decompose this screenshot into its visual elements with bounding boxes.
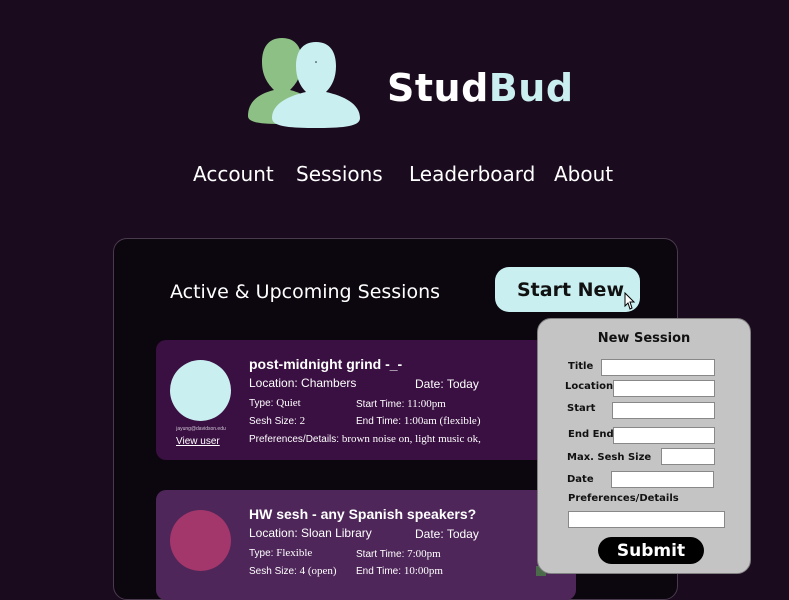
two-users-icon — [248, 38, 360, 128]
date-input[interactable] — [611, 471, 714, 488]
cursor-pointer-icon — [624, 292, 636, 310]
session-size: Sesh Size: 2 — [249, 415, 305, 427]
session-card[interactable]: jayung@davidson.edu View user post-midni… — [156, 340, 576, 460]
session-prefs: Preferences/Details: brown noise on, lig… — [249, 433, 481, 445]
start-new-button[interactable]: Start New — [495, 267, 640, 312]
prefs-value: brown noise on, light music ok, — [341, 433, 481, 445]
session-start: Start Time: 11:00pm — [356, 398, 446, 410]
end-input[interactable] — [613, 427, 715, 444]
date-value: Today — [446, 527, 479, 541]
session-size: Sesh Size: 4 (open) — [249, 565, 337, 577]
start-label: Start Time: — [356, 549, 408, 560]
avatar[interactable] — [170, 510, 231, 571]
size-value: 4 (open) — [299, 565, 337, 577]
max-size-label: Max. Sesh Size — [567, 452, 652, 463]
submit-button[interactable]: Submit — [598, 537, 704, 564]
end-label: End Time: — [356, 566, 404, 577]
size-value: 2 — [299, 415, 306, 427]
session-type: Type: Quiet — [249, 397, 301, 409]
session-title: post-midnight grind -_- — [249, 356, 403, 372]
popup-title: New Session — [597, 331, 691, 346]
prefs-input[interactable] — [568, 511, 725, 528]
end-label: End End — [568, 429, 614, 440]
session-title: HW sesh - any Spanish speakers? — [249, 506, 477, 522]
size-label: Sesh Size: — [249, 416, 300, 427]
title-label: Title — [568, 361, 594, 372]
nav-account[interactable]: Account — [193, 162, 274, 186]
session-date: Date: Today — [415, 377, 479, 391]
session-card[interactable]: HW sesh - any Spanish speakers? Location… — [156, 490, 576, 600]
location-label: Location — [565, 381, 614, 392]
brand-part-2: Bud — [488, 66, 574, 110]
type-label: Type: — [249, 398, 277, 409]
date-label: Date — [567, 474, 594, 485]
avatar[interactable] — [170, 360, 231, 421]
date-label: Date: — [415, 527, 447, 541]
type-value: Flexible — [276, 547, 313, 559]
nav-sessions[interactable]: Sessions — [296, 162, 383, 186]
start-value: 7:00pm — [407, 548, 441, 560]
nav-about[interactable]: About — [554, 162, 613, 186]
start-label: Start Time: — [356, 399, 408, 410]
prefs-label: Preferences/Details — [568, 493, 679, 504]
new-session-popup: New Session Title Location Start End End… — [537, 318, 751, 574]
max-size-input[interactable] — [661, 448, 715, 465]
location-label: Location: — [249, 526, 302, 540]
date-label: Date: — [415, 377, 447, 391]
location-value: Chambers — [301, 376, 357, 390]
start-value: 11:00pm — [407, 398, 446, 410]
start-input[interactable] — [612, 402, 715, 419]
title-input[interactable] — [601, 359, 715, 376]
user-email: jayung@davidson.edu — [176, 426, 226, 432]
session-end: End Time: 1:00am (flexible) — [356, 415, 480, 427]
end-value: 10:00pm — [403, 565, 443, 577]
type-label: Type: — [249, 548, 277, 559]
location-label: Location: — [249, 376, 302, 390]
session-location: Location: Sloan Library — [249, 526, 372, 540]
end-value: 1:00am (flexible) — [403, 415, 481, 427]
session-end: End Time: 10:00pm — [356, 565, 443, 577]
size-label: Sesh Size: — [249, 566, 300, 577]
start-label: Start — [567, 403, 596, 414]
prefs-label: Preferences/Details: — [249, 434, 342, 445]
type-value: Quiet — [276, 397, 301, 409]
brand-part-1: Stud — [387, 66, 489, 110]
location-input[interactable] — [613, 380, 715, 397]
panel-title: Active & Upcoming Sessions — [170, 281, 441, 303]
end-label: End Time: — [356, 416, 404, 427]
location-value: Sloan Library — [301, 526, 372, 540]
session-location: Location: Chambers — [249, 376, 356, 390]
nav-leaderboard[interactable]: Leaderboard — [409, 162, 535, 186]
session-type: Type: Flexible — [249, 547, 312, 559]
date-value: Today — [446, 377, 479, 391]
brand-name: StudBud — [387, 66, 574, 110]
session-start: Start Time: 7:00pm — [356, 548, 441, 560]
session-date: Date: Today — [415, 527, 479, 541]
view-user-link[interactable]: View user — [176, 436, 220, 447]
